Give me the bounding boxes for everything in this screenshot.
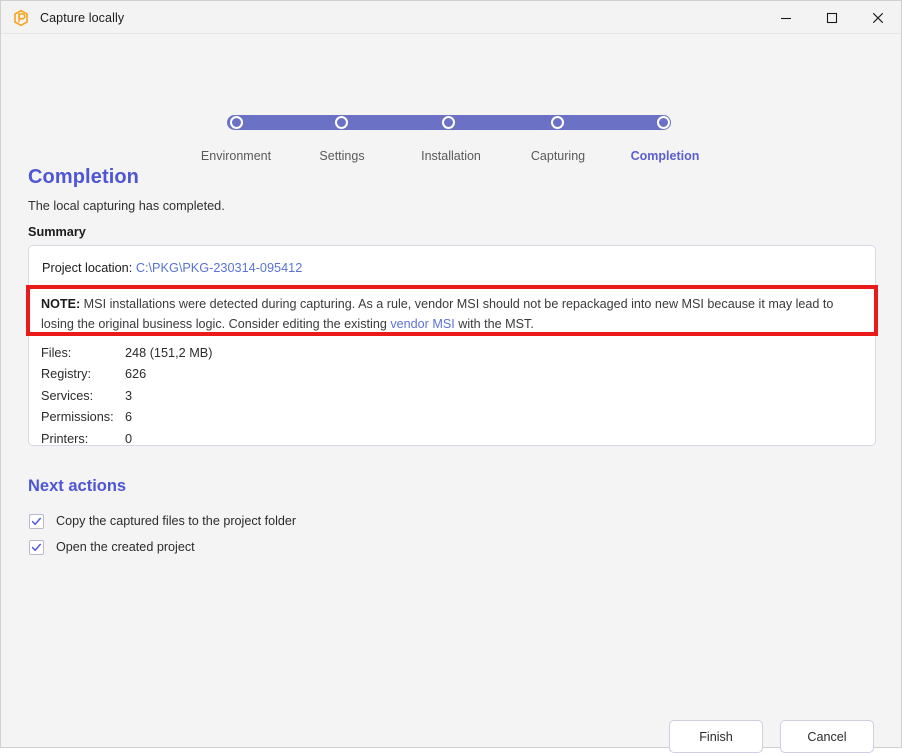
stepper-label-environment: Environment <box>200 149 272 163</box>
checkbox-copy-files[interactable] <box>29 513 44 529</box>
stepper-label-settings: Settings <box>319 149 365 163</box>
content-area: Environment Settings Installation Captur… <box>1 34 902 753</box>
stat-row-files: Files: 248 (151,2 MB) <box>41 342 212 364</box>
stat-value-services: 3 <box>125 388 133 403</box>
page-title: Completion <box>28 166 139 188</box>
project-location-label: Project location: <box>42 261 133 275</box>
stat-row-permissions: Permissions: 6 <box>41 407 212 429</box>
stepper-label-completion: Completion <box>630 149 700 163</box>
stepper-node-completion[interactable] <box>657 116 670 129</box>
window-title: Capture locally <box>40 10 125 25</box>
check-icon <box>31 543 42 551</box>
project-location-row: Project location: C:\PKG\PKG-230314-0954… <box>42 261 302 275</box>
next-action-label-copy-files: Copy the captured files to the project f… <box>56 514 297 528</box>
maximize-button[interactable] <box>809 1 855 34</box>
next-actions-title: Next actions <box>28 477 127 495</box>
next-action-open-project[interactable]: Open the created project <box>29 538 195 556</box>
stat-value-registry: 626 <box>125 367 147 382</box>
stepper-label-capturing: Capturing <box>530 149 586 163</box>
stat-value-files: 248 (151,2 MB) <box>125 345 213 360</box>
close-icon <box>872 12 884 23</box>
page-subtitle: The local capturing has completed. <box>28 199 225 213</box>
stepper-node-capturing[interactable] <box>551 116 564 129</box>
stat-row-registry: Registry: 626 <box>41 364 212 386</box>
stepper-node-settings[interactable] <box>335 116 348 129</box>
minimize-button[interactable] <box>763 1 809 34</box>
stepper-node-environment[interactable] <box>230 116 243 129</box>
stepper-node-installation[interactable] <box>442 116 455 129</box>
wizard-stepper: Environment Settings Installation Captur… <box>1 57 902 163</box>
project-location-link[interactable]: C:\PKG\PKG-230314-095412 <box>136 261 302 275</box>
maximize-icon <box>826 12 838 23</box>
note-prefix: NOTE: <box>41 297 81 311</box>
summary-section-label: Summary <box>28 225 86 239</box>
stat-key-registry: Registry: <box>41 367 92 382</box>
titlebar: Capture locally <box>1 1 901 34</box>
app-logo-icon <box>14 9 28 26</box>
stat-key-files: Files: <box>41 345 72 360</box>
stat-value-printers: 0 <box>125 431 133 446</box>
summary-box: Project location: C:\PKG\PKG-230314-0954… <box>28 245 876 446</box>
finish-button[interactable]: Finish <box>669 720 763 753</box>
stat-value-permissions: 6 <box>125 410 133 425</box>
cancel-button[interactable]: Cancel <box>780 720 874 753</box>
window-controls <box>763 1 901 34</box>
checkbox-open-project[interactable] <box>29 539 44 555</box>
msi-note-text: NOTE: MSI installations were detected du… <box>41 294 861 334</box>
next-action-label-open-project: Open the created project <box>56 540 195 554</box>
stepper-label-installation: Installation <box>421 149 481 163</box>
minimize-icon <box>781 17 791 19</box>
next-action-copy-files[interactable]: Copy the captured files to the project f… <box>29 512 296 530</box>
stat-key-permissions: Permissions: <box>41 410 114 425</box>
summary-stats-list: Files: 248 (151,2 MB) Registry: 626 Serv… <box>41 342 212 450</box>
check-icon <box>31 517 42 525</box>
stat-row-printers: Printers: 0 <box>41 428 212 450</box>
note-text-part2: with the MST. <box>454 317 534 331</box>
stat-row-services: Services: 3 <box>41 385 212 407</box>
close-button[interactable] <box>855 1 901 34</box>
stat-key-services: Services: <box>41 388 94 403</box>
capture-locally-window: Capture locally Environment Settings Ins… <box>0 0 902 753</box>
stat-key-printers: Printers: <box>41 431 89 446</box>
vendor-msi-link[interactable]: vendor MSI <box>390 317 454 331</box>
